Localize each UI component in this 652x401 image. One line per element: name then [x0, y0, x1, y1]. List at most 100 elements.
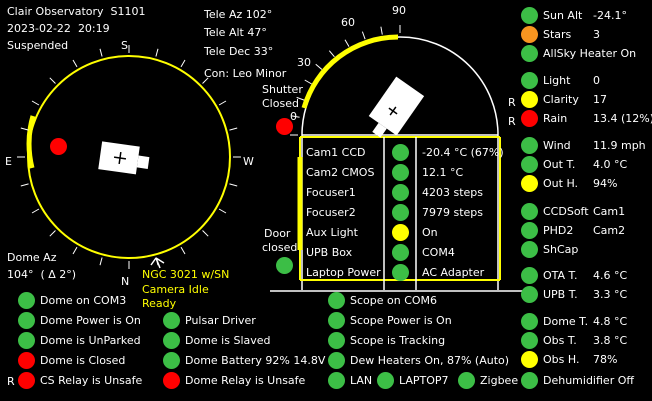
- compass-tick: [99, 48, 103, 57]
- telescope-icon-left: [98, 141, 150, 175]
- status-indicator: [328, 352, 345, 369]
- weather-label: Rain: [543, 112, 568, 125]
- weather-indicator: [521, 175, 538, 192]
- compass-tick: [229, 127, 238, 131]
- alt-30: 30: [297, 56, 311, 69]
- compass-tick: [20, 127, 29, 131]
- weather-indicator: [521, 372, 538, 389]
- weather-indicator: [521, 286, 538, 303]
- weather-indicator: [521, 332, 538, 349]
- equipment-value: 4203 steps: [422, 186, 484, 199]
- equipment-status-indicator: [392, 264, 409, 281]
- weather-label: Dome T.: [543, 315, 589, 328]
- status-indicator: [163, 372, 180, 389]
- compass-tick: [49, 230, 56, 237]
- compass-tick: [202, 77, 209, 84]
- equipment-status-indicator: [392, 144, 409, 161]
- compass-tick: [20, 183, 29, 187]
- door-label: Door: [264, 227, 291, 240]
- weather-value: 17: [593, 93, 607, 106]
- weather-label: AllSky Heater On: [543, 47, 637, 60]
- weather-indicator: [521, 241, 538, 258]
- weather-value: 11.9 mph: [593, 139, 646, 152]
- compass-tick: [229, 183, 238, 187]
- status-indicator: [18, 372, 35, 389]
- altitude-tick: [304, 79, 312, 85]
- weather-label: Obs H.: [543, 353, 580, 366]
- weather-indicator: [521, 203, 538, 220]
- equipment-name: Aux Light: [306, 226, 358, 239]
- weather-indicator: [521, 313, 538, 330]
- status-indicator: [18, 292, 35, 309]
- weather-value: 4.8 °C: [593, 315, 628, 328]
- status-indicator: [18, 352, 35, 369]
- weather-label: Out H.: [543, 177, 579, 190]
- status-label: Scope is Tracking: [350, 334, 446, 347]
- weather-label: UPB T.: [543, 288, 578, 301]
- status-label: Dome is Closed: [40, 354, 126, 367]
- compass-tick: [180, 246, 186, 255]
- door-indicator: [276, 257, 293, 274]
- equipment-value: On: [422, 226, 438, 239]
- weather-indicator: [521, 110, 538, 127]
- status-label: Pulsar Driver: [185, 314, 256, 327]
- compass-tick: [99, 257, 103, 266]
- equipment-name: Cam1 CCD: [306, 146, 366, 159]
- weather-label: CCDSoft: [543, 205, 589, 218]
- rain-prefix: R: [508, 115, 516, 128]
- status-label: Dome is Slaved: [185, 334, 271, 347]
- status-indicator: [328, 332, 345, 349]
- dome-slit-arc: [26, 115, 36, 169]
- dome-az-value: 104° ( Δ 2°): [7, 268, 77, 281]
- weather-indicator: [521, 267, 538, 284]
- equipment-name: UPB Box: [306, 246, 353, 259]
- equipment-value: AC Adapter: [422, 266, 485, 279]
- altitude-tick: [328, 50, 335, 58]
- compass-e: E: [5, 155, 12, 168]
- dome-shutter-indicator: [50, 138, 67, 155]
- equipment-name: Focuser2: [306, 206, 356, 219]
- weather-value: Cam1: [593, 205, 626, 218]
- altitude-tick: [361, 31, 366, 40]
- weather-label: Light: [543, 74, 571, 87]
- weather-value: Cam2: [593, 224, 626, 237]
- weather-label: OTA T.: [543, 269, 578, 282]
- target-name: NGC 3021 w/SN: [142, 268, 230, 281]
- weather-indicator: [521, 91, 538, 108]
- compass-tick: [31, 208, 40, 214]
- status-label: Dome Power is On: [40, 314, 141, 327]
- compass-tick: [31, 100, 40, 106]
- weather-value: 94%: [593, 177, 618, 190]
- door-state: closed: [262, 241, 298, 254]
- compass-tick: [49, 77, 56, 84]
- compass-s: S: [121, 39, 128, 52]
- weather-label: Out T.: [543, 158, 576, 171]
- weather-value: 4.6 °C: [593, 269, 628, 282]
- compass-tick: [202, 230, 209, 237]
- status-indicator: [18, 312, 35, 329]
- compass-tick: [72, 59, 78, 68]
- shutter-indicator: [276, 118, 293, 135]
- equipment-value: COM4: [422, 246, 455, 259]
- equipment-status-indicator: [392, 244, 409, 261]
- status-indicator: [163, 332, 180, 349]
- equipment-status-indicator: [392, 224, 409, 241]
- weather-value: 3.8 °C: [593, 334, 628, 347]
- weather-value: 3.3 °C: [593, 288, 628, 301]
- equipment-value: 12.1 °C: [422, 166, 464, 179]
- status-indicator: [18, 332, 35, 349]
- weather-value: 3: [593, 28, 600, 41]
- weather-value: -24.1°: [593, 9, 627, 22]
- status-indicator: [328, 292, 345, 309]
- weather-indicator: [521, 156, 538, 173]
- altitude-tick: [344, 39, 350, 47]
- shutter-state: Closed: [262, 97, 299, 110]
- weather-label: Dehumidifier Off: [543, 374, 634, 387]
- shutter-label: Shutter: [262, 83, 303, 96]
- alt-60: 60: [341, 16, 355, 29]
- cs-relay-prefix: R: [7, 375, 15, 388]
- weather-value: 4.0 °C: [593, 158, 628, 171]
- equipment-name: Laptop Power: [306, 266, 381, 279]
- status-indicator: [163, 312, 180, 329]
- weather-label: Obs T.: [543, 334, 577, 347]
